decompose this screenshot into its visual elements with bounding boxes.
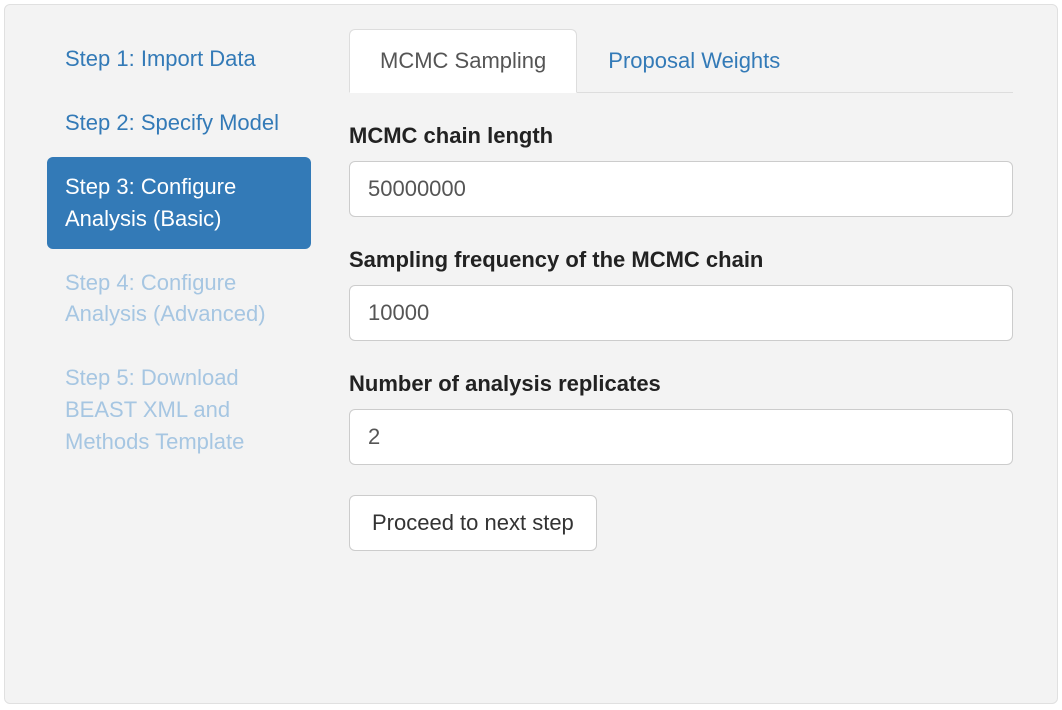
sidebar-item-step5: Step 5: Download BEAST XML and Methods T… [47, 348, 311, 472]
sidebar-item-step4: Step 4: Configure Analysis (Advanced) [47, 253, 311, 345]
tab-mcmc-sampling[interactable]: MCMC Sampling [349, 29, 577, 93]
sidebar-item-step3[interactable]: Step 3: Configure Analysis (Basic) [47, 157, 311, 249]
replicates-label: Number of analysis replicates [349, 371, 1013, 397]
chain-length-input[interactable] [349, 161, 1013, 217]
config-panel: Step 1: Import Data Step 2: Specify Mode… [4, 4, 1058, 704]
sampling-frequency-input[interactable] [349, 285, 1013, 341]
sampling-frequency-group: Sampling frequency of the MCMC chain [349, 247, 1013, 341]
chain-length-label: MCMC chain length [349, 123, 1013, 149]
tab-proposal-weights[interactable]: Proposal Weights [577, 29, 811, 93]
chain-length-group: MCMC chain length [349, 123, 1013, 217]
step-sidebar: Step 1: Import Data Step 2: Specify Mode… [29, 29, 329, 679]
sampling-frequency-label: Sampling frequency of the MCMC chain [349, 247, 1013, 273]
sidebar-item-step2[interactable]: Step 2: Specify Model [47, 93, 311, 153]
sidebar-item-step1[interactable]: Step 1: Import Data [47, 29, 311, 89]
tab-bar: MCMC Sampling Proposal Weights [349, 29, 1013, 93]
replicates-group: Number of analysis replicates [349, 371, 1013, 465]
main-content: MCMC Sampling Proposal Weights MCMC chai… [329, 29, 1033, 679]
proceed-button[interactable]: Proceed to next step [349, 495, 597, 551]
replicates-input[interactable] [349, 409, 1013, 465]
